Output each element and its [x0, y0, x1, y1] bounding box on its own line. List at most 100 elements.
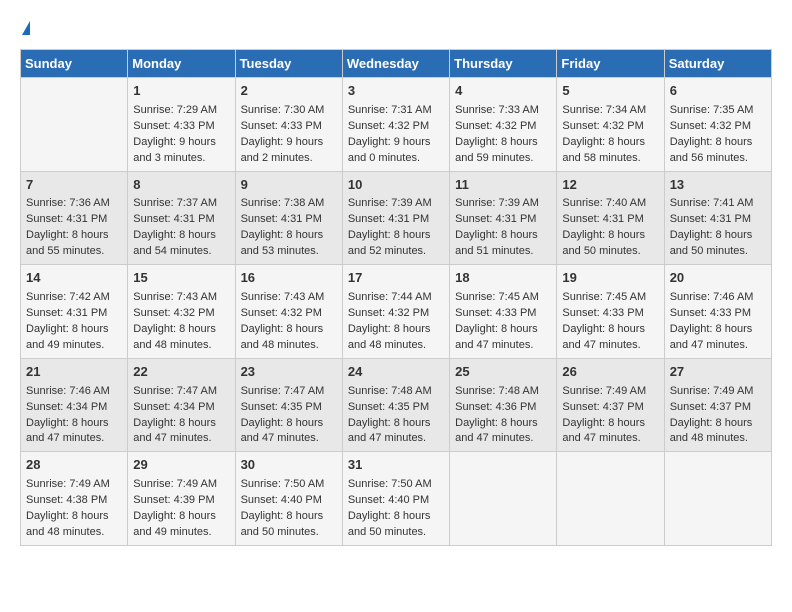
- calendar-cell: [21, 78, 128, 172]
- sunrise-text: Sunrise: 7:49 AM: [133, 477, 229, 493]
- daylight-text: Daylight: 8 hours: [455, 416, 551, 432]
- page-header: [20, 16, 772, 37]
- day-of-week-header: Wednesday: [342, 50, 449, 78]
- day-number: 6: [670, 82, 766, 101]
- calendar-cell: 20Sunrise: 7:46 AMSunset: 4:33 PMDayligh…: [664, 265, 771, 359]
- sunrise-text: Sunrise: 7:45 AM: [455, 290, 551, 306]
- sunset-text: Sunset: 4:40 PM: [348, 493, 444, 509]
- day-number: 16: [241, 269, 337, 288]
- day-of-week-header: Sunday: [21, 50, 128, 78]
- sunset-text: Sunset: 4:31 PM: [455, 212, 551, 228]
- day-number: 7: [26, 176, 122, 195]
- daylight-text: Daylight: 8 hours: [562, 135, 658, 151]
- calendar-cell: 21Sunrise: 7:46 AMSunset: 4:34 PMDayligh…: [21, 358, 128, 452]
- calendar-week-row: 28Sunrise: 7:49 AMSunset: 4:38 PMDayligh…: [21, 452, 772, 546]
- logo-triangle-icon: [22, 21, 30, 35]
- day-number: 5: [562, 82, 658, 101]
- calendar-cell: 30Sunrise: 7:50 AMSunset: 4:40 PMDayligh…: [235, 452, 342, 546]
- sunrise-text: Sunrise: 7:39 AM: [348, 196, 444, 212]
- sunset-text: Sunset: 4:31 PM: [241, 212, 337, 228]
- calendar-cell: 24Sunrise: 7:48 AMSunset: 4:35 PMDayligh…: [342, 358, 449, 452]
- sunrise-text: Sunrise: 7:34 AM: [562, 103, 658, 119]
- logo-text: [20, 16, 30, 37]
- day-number: 29: [133, 456, 229, 475]
- sunrise-text: Sunrise: 7:47 AM: [133, 384, 229, 400]
- daylight-text: Daylight: 8 hours: [348, 322, 444, 338]
- daylight-text-cont: and 53 minutes.: [241, 244, 337, 260]
- calendar-cell: 7Sunrise: 7:36 AMSunset: 4:31 PMDaylight…: [21, 171, 128, 265]
- calendar-cell: 28Sunrise: 7:49 AMSunset: 4:38 PMDayligh…: [21, 452, 128, 546]
- daylight-text: Daylight: 8 hours: [455, 322, 551, 338]
- calendar-cell: 15Sunrise: 7:43 AMSunset: 4:32 PMDayligh…: [128, 265, 235, 359]
- sunset-text: Sunset: 4:37 PM: [562, 400, 658, 416]
- daylight-text: Daylight: 8 hours: [133, 322, 229, 338]
- day-number: 24: [348, 363, 444, 382]
- sunset-text: Sunset: 4:31 PM: [26, 212, 122, 228]
- daylight-text-cont: and 47 minutes.: [455, 431, 551, 447]
- calendar-cell: 5 Sunrise: 7:34 AMSunset: 4:32 PMDaylight…: [557, 78, 664, 172]
- calendar-cell: 3 Sunrise: 7:31 AMSunset: 4:32 PMDaylight…: [342, 78, 449, 172]
- daylight-text: Daylight: 8 hours: [133, 228, 229, 244]
- daylight-text-cont: and 47 minutes.: [562, 431, 658, 447]
- calendar-cell: [664, 452, 771, 546]
- day-number: 21: [26, 363, 122, 382]
- sunrise-text: Sunrise: 7:47 AM: [241, 384, 337, 400]
- day-of-week-header: Monday: [128, 50, 235, 78]
- daylight-text: Daylight: 9 hours: [348, 135, 444, 151]
- sunset-text: Sunset: 4:40 PM: [241, 493, 337, 509]
- day-number: 8: [133, 176, 229, 195]
- daylight-text: Daylight: 8 hours: [133, 509, 229, 525]
- day-number: 11: [455, 176, 551, 195]
- daylight-text: Daylight: 8 hours: [455, 135, 551, 151]
- daylight-text-cont: and 50 minutes.: [348, 525, 444, 541]
- daylight-text-cont: and 55 minutes.: [26, 244, 122, 260]
- calendar-cell: [557, 452, 664, 546]
- sunset-text: Sunset: 4:35 PM: [348, 400, 444, 416]
- daylight-text-cont: and 47 minutes.: [348, 431, 444, 447]
- day-number: 14: [26, 269, 122, 288]
- day-number: 12: [562, 176, 658, 195]
- calendar-cell: 22Sunrise: 7:47 AMSunset: 4:34 PMDayligh…: [128, 358, 235, 452]
- daylight-text: Daylight: 9 hours: [241, 135, 337, 151]
- calendar-cell: 18Sunrise: 7:45 AMSunset: 4:33 PMDayligh…: [450, 265, 557, 359]
- daylight-text: Daylight: 8 hours: [241, 509, 337, 525]
- sunset-text: Sunset: 4:32 PM: [133, 306, 229, 322]
- day-number: 25: [455, 363, 551, 382]
- sunset-text: Sunset: 4:32 PM: [562, 119, 658, 135]
- calendar-cell: 14Sunrise: 7:42 AMSunset: 4:31 PMDayligh…: [21, 265, 128, 359]
- day-number: 27: [670, 363, 766, 382]
- sunrise-text: Sunrise: 7:37 AM: [133, 196, 229, 212]
- daylight-text-cont: and 48 minutes.: [241, 338, 337, 354]
- day-of-week-header: Tuesday: [235, 50, 342, 78]
- day-of-week-header: Saturday: [664, 50, 771, 78]
- daylight-text-cont: and 49 minutes.: [133, 525, 229, 541]
- day-number: 18: [455, 269, 551, 288]
- daylight-text: Daylight: 8 hours: [670, 228, 766, 244]
- sunset-text: Sunset: 4:33 PM: [562, 306, 658, 322]
- sunrise-text: Sunrise: 7:46 AM: [26, 384, 122, 400]
- sunrise-text: Sunrise: 7:31 AM: [348, 103, 444, 119]
- daylight-text: Daylight: 8 hours: [241, 228, 337, 244]
- calendar-cell: 17Sunrise: 7:44 AMSunset: 4:32 PMDayligh…: [342, 265, 449, 359]
- daylight-text-cont: and 0 minutes.: [348, 151, 444, 167]
- sunset-text: Sunset: 4:36 PM: [455, 400, 551, 416]
- day-number: 3: [348, 82, 444, 101]
- daylight-text-cont: and 47 minutes.: [133, 431, 229, 447]
- sunrise-text: Sunrise: 7:36 AM: [26, 196, 122, 212]
- calendar-cell: 13Sunrise: 7:41 AMSunset: 4:31 PMDayligh…: [664, 171, 771, 265]
- daylight-text-cont: and 47 minutes.: [26, 431, 122, 447]
- sunset-text: Sunset: 4:31 PM: [562, 212, 658, 228]
- daylight-text: Daylight: 8 hours: [348, 416, 444, 432]
- calendar-cell: 29Sunrise: 7:49 AMSunset: 4:39 PMDayligh…: [128, 452, 235, 546]
- calendar-cell: 23Sunrise: 7:47 AMSunset: 4:35 PMDayligh…: [235, 358, 342, 452]
- calendar-cell: 2Sunrise: 7:30 AMSunset: 4:33 PMDaylight…: [235, 78, 342, 172]
- calendar-cell: 1Sunrise: 7:29 AMSunset: 4:33 PMDaylight…: [128, 78, 235, 172]
- daylight-text: Daylight: 8 hours: [241, 322, 337, 338]
- calendar-table: SundayMondayTuesdayWednesdayThursdayFrid…: [20, 49, 772, 546]
- day-of-week-header: Thursday: [450, 50, 557, 78]
- sunset-text: Sunset: 4:37 PM: [670, 400, 766, 416]
- sunrise-text: Sunrise: 7:49 AM: [562, 384, 658, 400]
- calendar-cell: 8Sunrise: 7:37 AMSunset: 4:31 PMDaylight…: [128, 171, 235, 265]
- sunset-text: Sunset: 4:32 PM: [348, 119, 444, 135]
- day-number: 17: [348, 269, 444, 288]
